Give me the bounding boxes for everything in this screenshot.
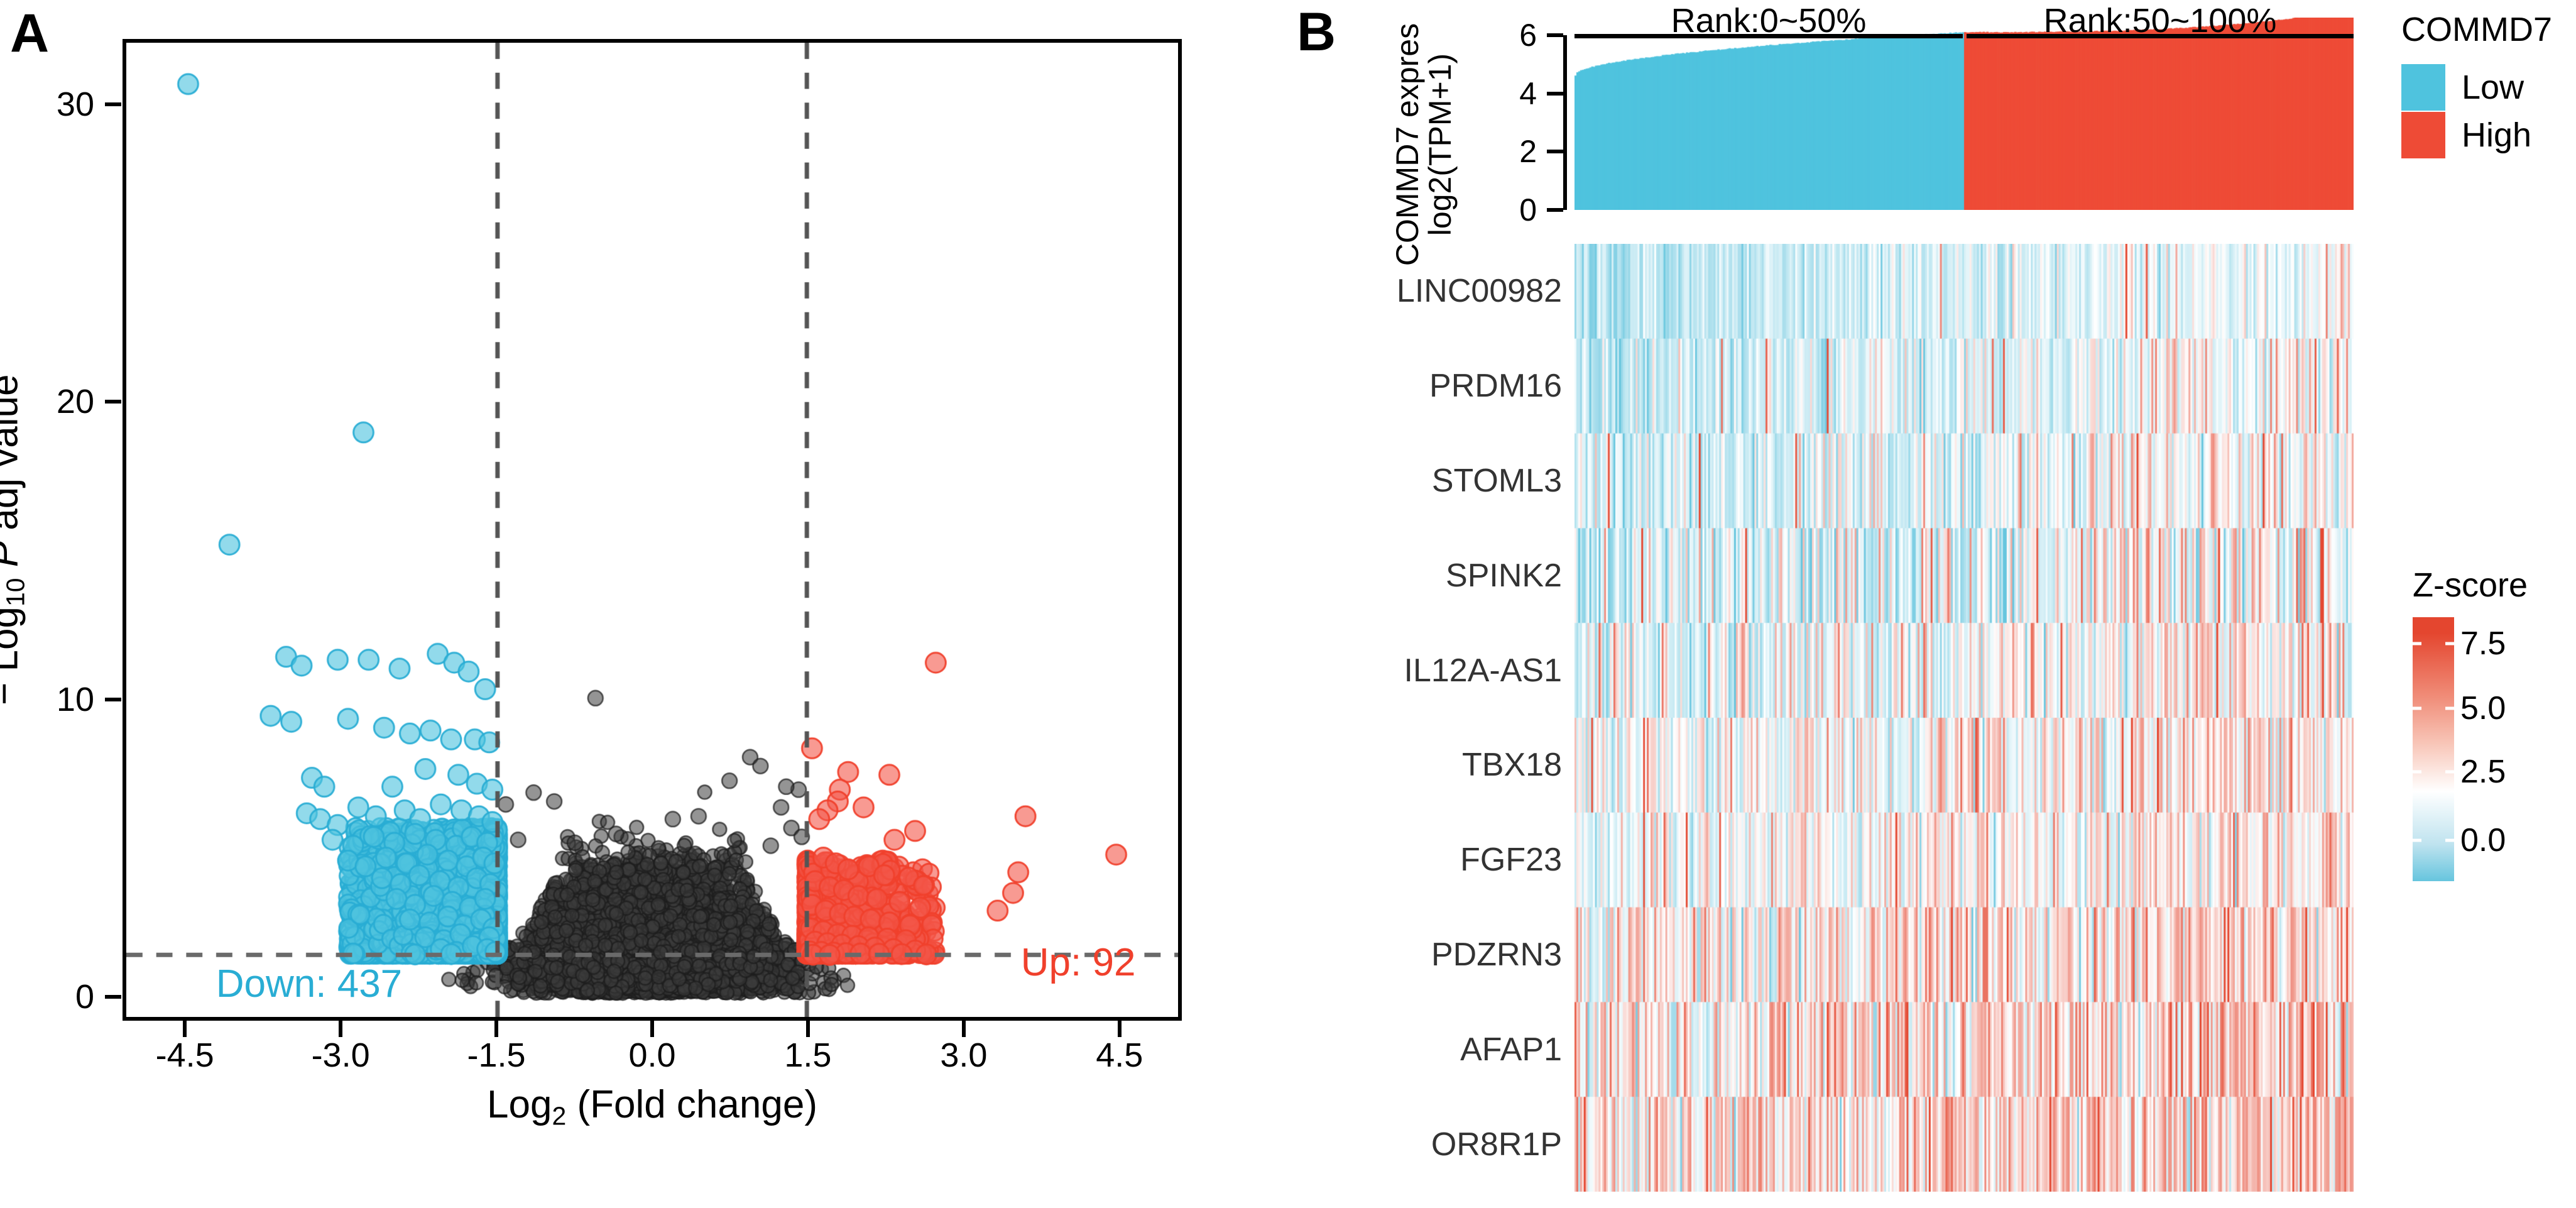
volcano-x-tick-mark — [183, 1021, 187, 1037]
zscore-tick-label: 0.0 — [2460, 821, 2506, 859]
volcano-y-tick-mark — [105, 995, 121, 999]
panel-a-letter: A — [10, 3, 50, 63]
zscore-tick-notch — [2445, 706, 2454, 710]
volcano-y-tick-mark — [105, 400, 121, 404]
rank-low-label: Rank:0~50% — [1671, 2, 1867, 40]
zscore-legend-title: Z-score — [2413, 566, 2528, 604]
legend-swatch-low — [2401, 64, 2445, 111]
bar-y-tick-mark — [1547, 208, 1563, 212]
heatmap-row-label: OR8R1P — [1431, 1126, 1562, 1163]
heatmap-row-label: SPINK2 — [1446, 557, 1562, 594]
bar-y-tick-label: 0 — [1519, 192, 1537, 228]
heatmap-row-label: AFAP1 — [1460, 1031, 1562, 1068]
volcano-y-axis-label: − Log10 P adj value — [0, 374, 30, 705]
volcano-y-tick-mark — [105, 697, 121, 701]
zscore-tick-notch — [2413, 838, 2421, 842]
volcano-x-tick-label: 3.0 — [940, 1036, 988, 1074]
heatmap-row-label: LINC00982 — [1396, 273, 1562, 310]
zscore-tick-notch — [2445, 770, 2454, 774]
up-count-label: Up: 92 — [1020, 941, 1136, 985]
heatmap-canvas — [1575, 244, 2354, 1192]
volcano-y-tick-label: 0 — [75, 978, 94, 1016]
volcano-x-tick-label: 4.5 — [1096, 1036, 1143, 1074]
volcano-x-tick-mark — [1117, 1021, 1122, 1037]
zscore-tick-notch — [2445, 838, 2454, 842]
zscore-colorbar-wrap: 7.5 5.0 2.5 0.0 — [2413, 617, 2528, 881]
legend-item-high[interactable]: High — [2401, 112, 2552, 158]
zscore-tick-label: 7.5 — [2460, 625, 2506, 662]
bar-y-tick-label: 4 — [1519, 75, 1537, 111]
down-count-label: Down: 437 — [216, 962, 403, 1006]
commd7-bar-chart: COMMD7 expres log2(TPM+1) 0246 Rank:0~50… — [1390, 2, 2354, 266]
expression-heatmap — [1575, 244, 2354, 1192]
volcano-x-tick-mark — [805, 1021, 810, 1037]
volcano-y-tick-label: 20 — [56, 383, 94, 421]
volcano-x-tick-label: -4.5 — [155, 1036, 214, 1074]
volcano-x-tick-label: -3.0 — [311, 1036, 370, 1074]
volcano-y-tick-mark — [105, 102, 121, 107]
volcano-x-tick-mark — [339, 1021, 343, 1037]
zscore-tick-label: 2.5 — [2460, 753, 2506, 790]
zscore-tick-notch — [2413, 642, 2421, 645]
zscore-tick-notch — [2413, 770, 2421, 774]
heatmap-row-label: FGF23 — [1460, 842, 1562, 879]
panel-b-letter: B — [1297, 2, 1336, 62]
bar-y-tick-label: 6 — [1519, 17, 1537, 53]
volcano-x-axis-label: Log2 (Fold change) — [487, 1083, 817, 1131]
zscore-tick-label: 5.0 — [2460, 689, 2506, 727]
heatmap-row-label: STOML3 — [1431, 463, 1562, 499]
commd7-legend-title: COMMD7 — [2401, 11, 2552, 48]
commd7-bar-canvas — [1575, 18, 2354, 210]
bar-y-tick-mark — [1547, 91, 1563, 96]
panel-a-volcano: A − Log10 P adj value 0 10 20 30 -4.5 -3.0 -1… — [0, 0, 1288, 1208]
heatmap-row-label: IL12A-AS1 — [1404, 652, 1563, 689]
legend-label-high: High — [2462, 116, 2532, 154]
bar-y-tick-mark — [1547, 150, 1563, 154]
panel-b-heatmap: B COMMD7 expres log2(TPM+1) 0246 Rank:0~… — [1288, 0, 2576, 1208]
legend-label-low: Low — [2462, 69, 2524, 106]
volcano-x-tick-mark — [961, 1021, 966, 1037]
bar-chart-axis-line — [1563, 35, 1567, 210]
bar-y-tick-mark — [1547, 33, 1563, 37]
volcano-scatter-canvas — [126, 43, 1178, 1017]
volcano-x-tick-label: 0.0 — [628, 1036, 676, 1074]
zscore-tick-notch — [2445, 642, 2454, 645]
heatmap-row-label: PDZRN3 — [1431, 936, 1562, 973]
legend-swatch-high — [2401, 112, 2445, 158]
commd7-group-legend: COMMD7 Low High — [2401, 10, 2552, 160]
volcano-x-tick-label: 1.5 — [784, 1036, 832, 1074]
volcano-y-tick-label: 30 — [56, 85, 94, 124]
legend-item-low[interactable]: Low — [2401, 64, 2552, 111]
zscore-colorbar-legend: Z-score 7.5 5.0 2.5 0.0 — [2413, 566, 2528, 881]
rank-high-label: Rank:50~100% — [2043, 2, 2277, 40]
volcano-plot-area — [123, 39, 1182, 1021]
volcano-y-tick-label: 10 — [56, 680, 94, 718]
heatmap-row-label: PRDM16 — [1429, 368, 1562, 405]
zscore-tick-notch — [2413, 706, 2421, 710]
bar-y-tick-label: 2 — [1519, 134, 1537, 170]
volcano-x-tick-label: -1.5 — [467, 1036, 526, 1074]
heatmap-row-label: TBX18 — [1462, 747, 1562, 784]
volcano-x-tick-mark — [494, 1021, 499, 1037]
volcano-x-tick-mark — [650, 1021, 654, 1037]
